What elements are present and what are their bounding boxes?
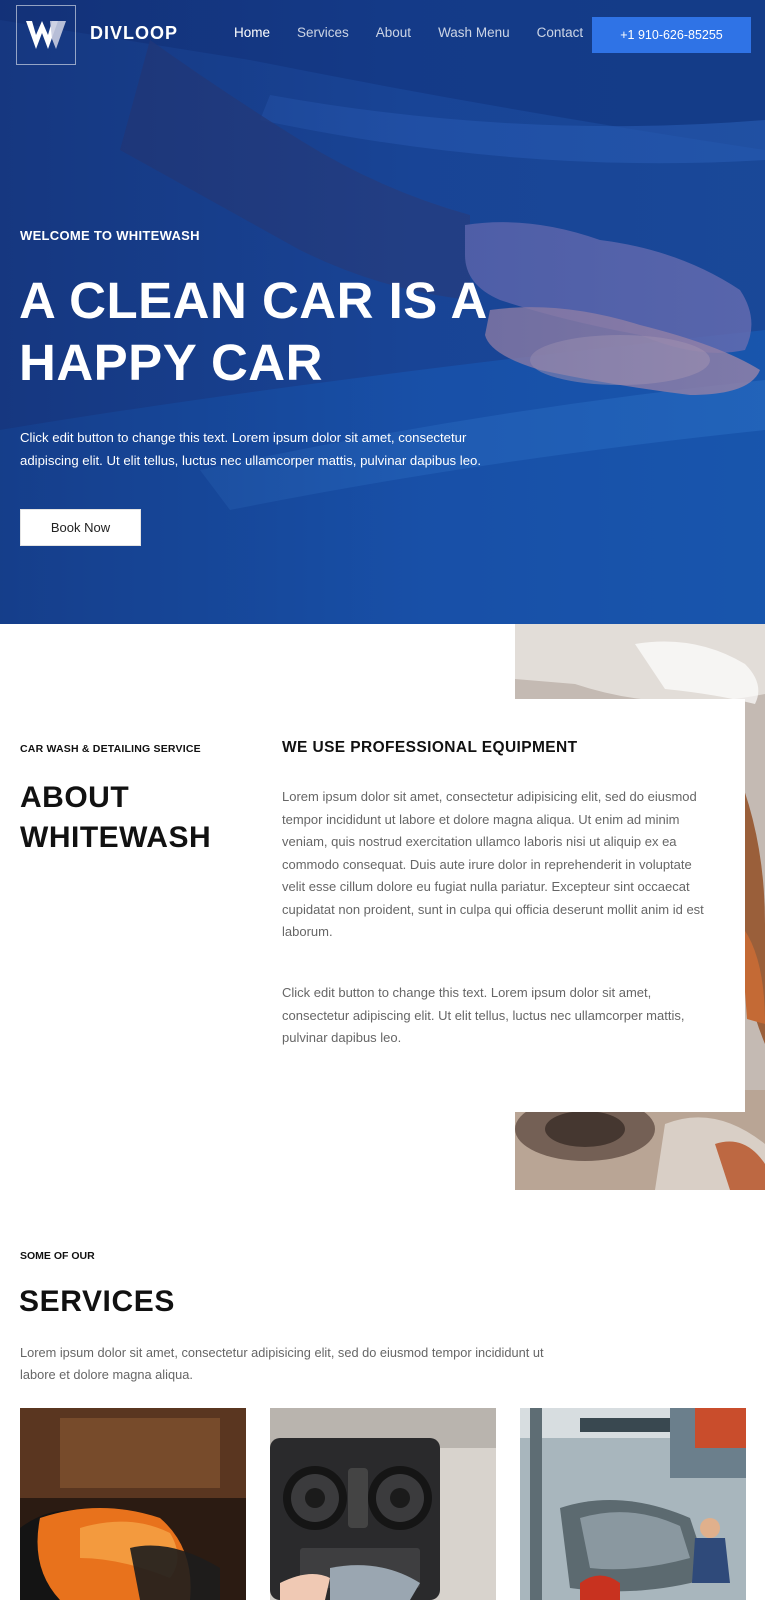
service-card-1[interactable] <box>20 1408 246 1600</box>
dashboard-cleaning-photo <box>270 1408 496 1600</box>
about-subtitle: WE USE PROFESSIONAL EQUIPMENT <box>282 739 578 756</box>
nav-about[interactable]: About <box>376 25 411 40</box>
orange-cloth-photo <box>20 1408 246 1600</box>
pressure-wash-photo <box>520 1408 746 1600</box>
service-card-3[interactable] <box>520 1408 746 1600</box>
brand-name[interactable]: DIVLOOP <box>90 23 178 44</box>
main-menu: Home Services About Wash Menu Contact <box>234 25 610 40</box>
top-nav: DIVLOOP Home Services About Wash Menu Co… <box>0 0 765 66</box>
hero-title: A CLEAN CAR IS A HAPPY CAR <box>19 272 486 391</box>
logo-icon <box>26 21 66 49</box>
about-eyebrow: CAR WASH & DETAILING SERVICE <box>20 743 201 755</box>
about-title: ABOUT WHITEWASH <box>20 781 212 854</box>
nav-wash-menu[interactable]: Wash Menu <box>438 25 510 40</box>
logo[interactable] <box>16 5 76 65</box>
hero-eyebrow: WELCOME TO WHITEWASH <box>20 228 200 243</box>
nav-contact[interactable]: Contact <box>537 25 584 40</box>
hero-section: DIVLOOP Home Services About Wash Menu Co… <box>0 0 765 624</box>
nav-services[interactable]: Services <box>297 25 349 40</box>
services-eyebrow: SOME OF OUR <box>20 1250 95 1262</box>
nav-home[interactable]: Home <box>234 25 270 40</box>
services-text: Lorem ipsum dolor sit amet, consectetur … <box>20 1345 544 1382</box>
services-title: SERVICES <box>19 1285 175 1318</box>
phone-button[interactable]: +1 910-626-85255 <box>592 17 751 53</box>
hero-text: Click edit button to change this text. L… <box>20 430 482 468</box>
service-card-2[interactable] <box>270 1408 496 1600</box>
about-paragraph-1: Lorem ipsum dolor sit amet, consectetur … <box>282 789 704 939</box>
book-now-button[interactable]: Book Now <box>20 509 141 546</box>
about-paragraph-2: Click edit button to change this text. L… <box>282 985 685 1045</box>
